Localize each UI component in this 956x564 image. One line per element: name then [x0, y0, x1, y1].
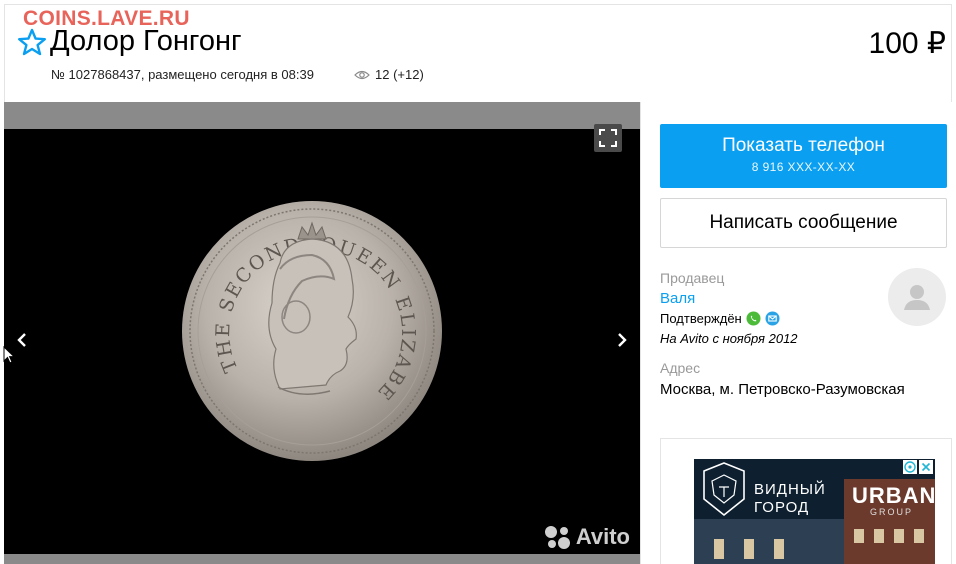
star-icon[interactable]: [17, 28, 47, 56]
ad-text-block: ВИДНЫЙ ГОРОД: [754, 481, 826, 517]
chevron-right-icon[interactable]: [612, 330, 632, 350]
eye-icon: [354, 70, 370, 79]
close-icon[interactable]: [919, 460, 933, 474]
mail-icon: [765, 311, 780, 326]
mouse-cursor-icon: [3, 346, 15, 364]
expand-icon: [599, 129, 617, 147]
avito-watermark: Avito: [542, 524, 630, 550]
seller-label: Продавец: [660, 270, 725, 286]
adchoices-icon[interactable]: [903, 460, 917, 474]
verified-text: Подтверждён: [660, 311, 742, 326]
whatsapp-icon: [746, 311, 761, 326]
listing-title: Долор Гонгонг: [50, 25, 242, 57]
listing-price: 100 ₽: [868, 27, 946, 60]
ad-line1: ВИДНЫЙ: [754, 481, 826, 498]
ad-line2: ГОРОД: [754, 499, 810, 516]
seller-since: На Avito с ноября 2012: [660, 331, 798, 346]
photo-gallery[interactable]: THE SECOND QUEEN ELIZABETH Avito: [4, 102, 640, 564]
gallery-top-band: [4, 102, 640, 129]
ad-brand: URBAN: [852, 483, 935, 508]
avito-logo-icon: [544, 526, 570, 549]
listing-meta: № 1027868437, размещено сегодня в 08:39: [51, 67, 314, 82]
gallery-bottom-band: [4, 554, 640, 564]
coin-photo: THE SECOND QUEEN ELIZABETH: [180, 199, 442, 461]
address-value: Москва, м. Петровско-Разумовская: [660, 381, 905, 398]
user-avatar-icon: [904, 285, 930, 310]
ad-banner[interactable]: ВИДНЫЙ ГОРОД URBAN GROUP: [694, 459, 935, 564]
lion-logo-icon: [703, 462, 745, 517]
sidebar-divider: [640, 102, 641, 564]
fullscreen-button[interactable]: [594, 124, 622, 152]
view-count: 12 (+12): [354, 67, 424, 82]
chevron-left-icon[interactable]: [12, 330, 32, 350]
show-phone-label: Показать телефон: [722, 135, 885, 156]
address-label: Адрес: [660, 360, 701, 376]
seller-avatar[interactable]: [888, 268, 946, 326]
ad-controls: [903, 460, 933, 474]
view-count-text: 12 (+12): [375, 67, 424, 82]
avito-watermark-text: Avito: [575, 524, 630, 549]
phone-masked: 8 916 XXX-XX-XX: [751, 160, 856, 174]
seller-name-link[interactable]: Валя: [660, 290, 695, 307]
show-phone-button[interactable]: Показать телефон 8 916 XXX-XX-XX: [660, 124, 947, 188]
write-message-button[interactable]: Написать сообщение: [660, 198, 947, 248]
seller-verified: Подтверждён: [660, 311, 780, 326]
ad-brand-sub: GROUP: [870, 507, 914, 517]
